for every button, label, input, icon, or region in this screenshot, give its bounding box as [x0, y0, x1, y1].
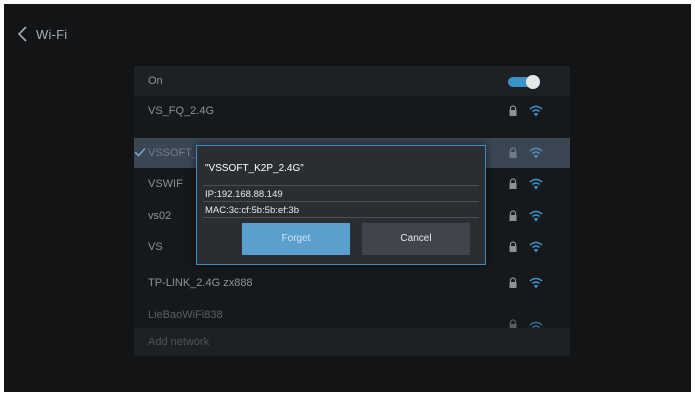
dialog-divider	[203, 201, 479, 202]
dialog-ip-address: IP:192.168.88.149	[205, 189, 283, 200]
add-network-row[interactable]: Add network	[134, 328, 570, 356]
wifi-icon	[529, 105, 543, 117]
check-icon	[134, 147, 146, 157]
lock-icon	[509, 178, 517, 189]
cancel-button[interactable]: Cancel	[362, 223, 470, 255]
dialog-mac-address: MAC:3c:cf:5b:5b:ef:3b	[205, 205, 299, 216]
toggle-knob	[526, 75, 540, 89]
lock-icon	[509, 241, 517, 252]
wifi-icon	[529, 147, 543, 159]
add-network-label: Add network	[148, 336, 210, 348]
network-ssid: VSWIF	[148, 178, 183, 190]
wifi-icon	[529, 241, 543, 253]
network-row-tp-link[interactable]: TP-LINK_2.4G zx888	[134, 268, 570, 298]
network-ssid: TP-LINK_2.4G zx888	[148, 277, 253, 289]
network-ssid: vs02	[148, 210, 172, 222]
dialog-divider	[203, 217, 479, 218]
lock-icon	[509, 319, 517, 328]
dialog-title: "VSSOFT_K2P_2.4G"	[205, 163, 304, 174]
lock-icon	[509, 147, 517, 158]
wifi-toggle-label: On	[148, 75, 163, 87]
wifi-toggle-row[interactable]: On	[134, 66, 570, 96]
page-title: Wi-Fi	[36, 27, 68, 42]
dialog-divider	[203, 185, 479, 186]
network-row-vs-fq[interactable]: VS_FQ_2.4G	[134, 96, 570, 126]
wifi-settings-screen: Wi-Fi On VS_FQ_2.4G VSWIF vs02 VS TP-LIN…	[4, 4, 691, 392]
chevron-left-icon[interactable]	[16, 26, 30, 42]
lock-icon	[509, 105, 517, 116]
network-row-liebao[interactable]: LieBaoWiFi838	[134, 300, 570, 328]
lock-icon	[509, 277, 517, 288]
network-ssid: LieBaoWiFi838	[148, 309, 223, 321]
wifi-icon	[529, 178, 543, 190]
wifi-toggle-switch[interactable]	[506, 75, 540, 89]
network-ssid: VS_FQ_2.4G	[148, 105, 215, 117]
lock-icon	[509, 210, 517, 221]
wifi-icon	[529, 321, 543, 328]
wifi-icon	[529, 277, 543, 289]
network-details-dialog: "VSSOFT_K2P_2.4G" IP:192.168.88.149 MAC:…	[196, 145, 486, 265]
wifi-icon	[529, 210, 543, 222]
network-ssid: VS	[148, 241, 163, 253]
forget-button[interactable]: Forget	[242, 223, 350, 255]
header: Wi-Fi	[4, 18, 204, 48]
